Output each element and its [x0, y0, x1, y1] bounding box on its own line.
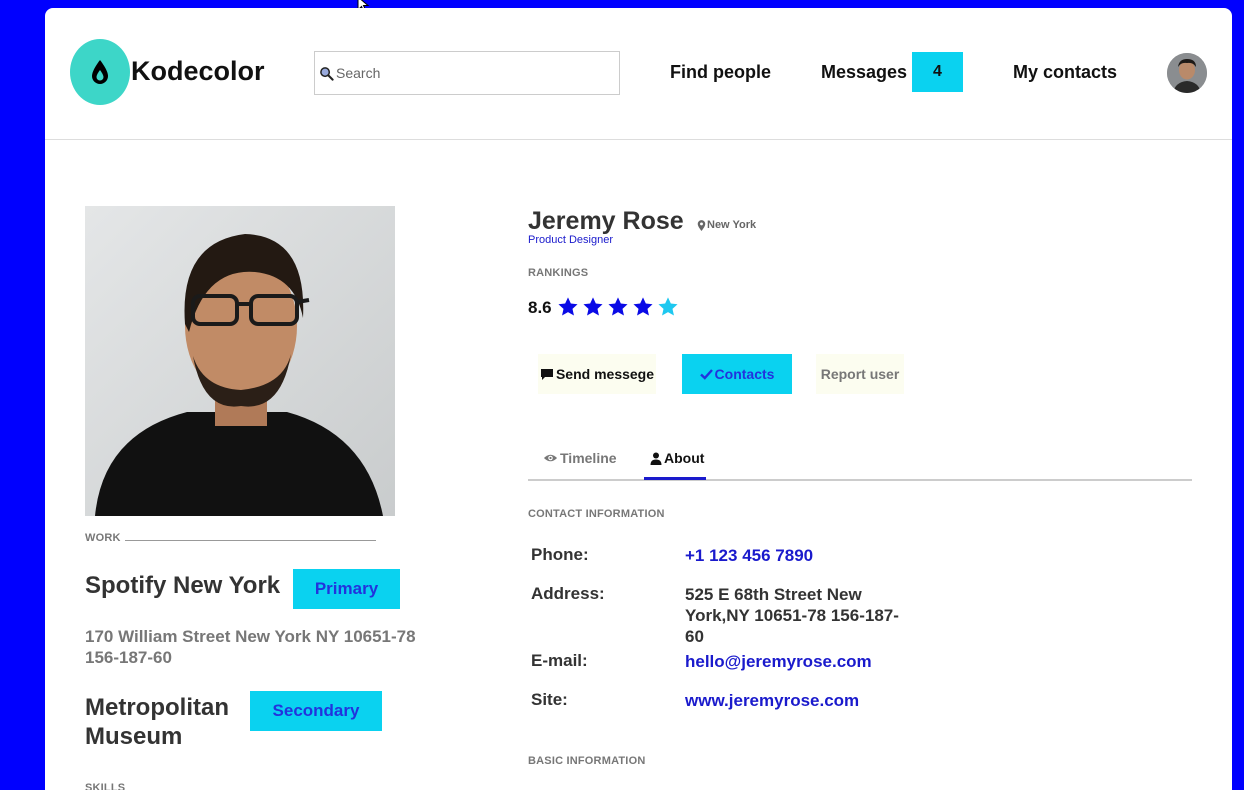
send-message-label: Send messege — [555, 366, 655, 382]
nav-messages[interactable]: Messages — [821, 62, 907, 83]
phone-label: Phone: — [531, 545, 589, 564]
address-label: Address: — [531, 584, 605, 603]
contacts-button[interactable]: Contacts — [682, 354, 792, 394]
profile-page: Kodecolor Find people Messages 4 My cont… — [45, 8, 1232, 790]
brand-name[interactable]: Kodecolor — [131, 56, 265, 87]
location-text: New York — [707, 219, 757, 231]
work-name-secondary: Metropolitan Museum — [85, 694, 229, 750]
send-message-button[interactable]: Send messege — [538, 354, 656, 394]
avatar-image — [1167, 53, 1207, 93]
contact-info-label: CONTACT INFORMATION — [528, 508, 665, 520]
star-icon — [558, 297, 578, 316]
star-icon — [608, 297, 628, 316]
tab-timeline-label: Timeline — [560, 450, 617, 466]
tab-about-label: About — [664, 450, 705, 466]
job-title: Product Designer — [528, 234, 613, 246]
tab-timeline[interactable]: Timeline — [543, 450, 617, 466]
active-tab-indicator — [644, 477, 706, 480]
message-icon — [540, 368, 553, 380]
work-name-primary: Spotify New York — [85, 572, 281, 599]
user-icon — [650, 452, 662, 465]
search-input[interactable] — [336, 65, 606, 81]
address-value: 525 E 68th Street New York,NY 10651-78 1… — [685, 585, 899, 646]
contacts-label: Contacts — [714, 366, 775, 382]
work-divider — [125, 540, 376, 541]
user-avatar[interactable] — [1167, 53, 1207, 93]
search-box[interactable] — [314, 51, 620, 95]
secondary-tag[interactable]: Secondary — [250, 691, 382, 731]
phone-value[interactable]: +1 123 456 7890 — [685, 545, 900, 566]
top-navigation-bar: Kodecolor Find people Messages 4 My cont… — [45, 8, 1232, 140]
drop-icon — [92, 60, 108, 84]
search-icon — [320, 66, 334, 81]
basic-info-label: BASIC INFORMATION — [528, 755, 646, 767]
nav-my-contacts[interactable]: My contacts — [1013, 62, 1117, 83]
star-icon — [658, 297, 678, 316]
work-address-primary: 170 William Street New York NY 10651-78 … — [85, 627, 416, 667]
profile-photo — [85, 206, 395, 516]
check-icon — [699, 369, 713, 380]
primary-tag[interactable]: Primary — [293, 569, 400, 609]
map-pin-icon — [697, 219, 706, 231]
skills-section-label: SKILLS — [85, 782, 126, 790]
rating-stars — [557, 296, 679, 318]
messages-count-badge[interactable]: 4 — [912, 52, 963, 92]
report-user-button[interactable]: Report user — [816, 354, 904, 394]
star-icon — [583, 297, 603, 316]
eye-icon — [543, 454, 558, 462]
profile-name: Jeremy Rose — [528, 207, 684, 235]
rating-value: 8.6 — [528, 298, 552, 317]
tab-about[interactable]: About — [650, 450, 704, 466]
email-label: E-mail: — [531, 651, 588, 670]
work-section-label: WORK — [85, 532, 121, 544]
site-label: Site: — [531, 690, 568, 709]
site-value[interactable]: www.jeremyrose.com — [685, 690, 945, 711]
email-value[interactable]: hello@jeremyrose.com — [685, 651, 945, 672]
profile-photo-image — [85, 206, 395, 516]
star-icon — [633, 297, 653, 316]
logo[interactable] — [70, 39, 130, 105]
tabs-divider — [528, 479, 1192, 481]
rankings-label: RANKINGS — [528, 267, 589, 279]
nav-find-people[interactable]: Find people — [670, 62, 771, 83]
profile-location: New York — [697, 219, 756, 231]
